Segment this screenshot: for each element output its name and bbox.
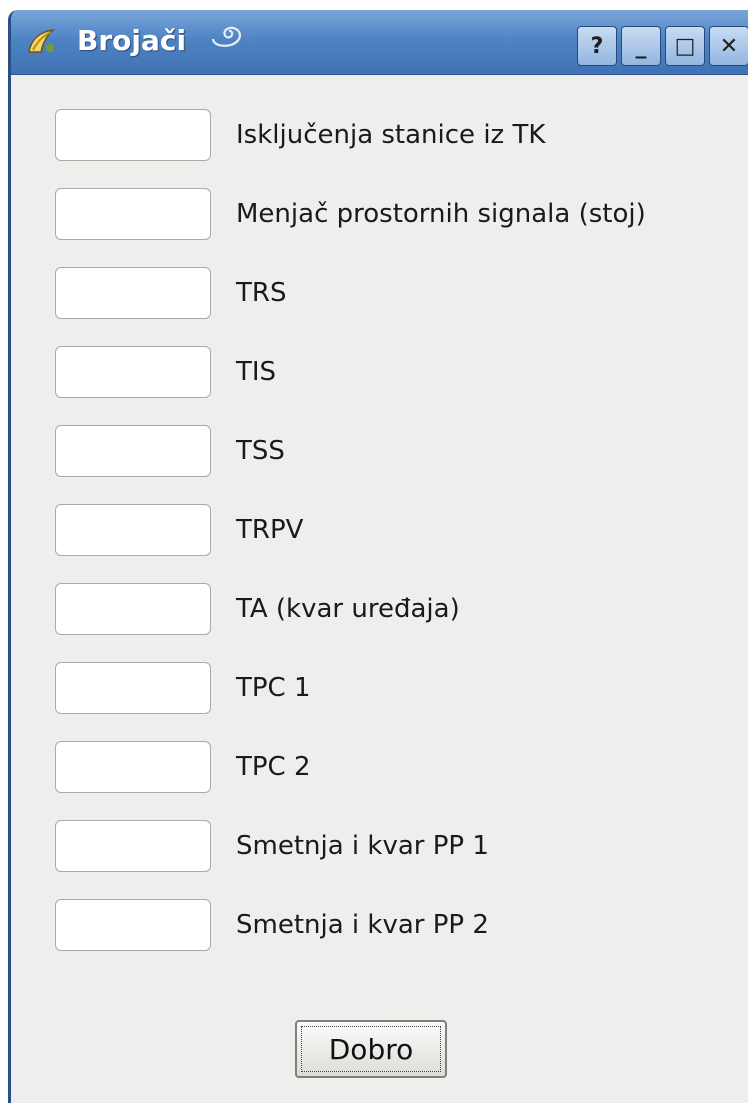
counter-input-11[interactable]: [55, 899, 211, 951]
counter-input-10[interactable]: [55, 820, 211, 872]
swirl-icon: [211, 26, 241, 47]
minimize-button[interactable]: _: [621, 26, 661, 66]
counter-input-6[interactable]: [55, 504, 211, 556]
counter-input-5[interactable]: [55, 425, 211, 477]
app-icon: [28, 28, 56, 53]
close-icon: ✕: [719, 33, 739, 59]
counter-input-4[interactable]: [55, 346, 211, 398]
counter-label-1: Isključenja stanice iz TK: [236, 120, 546, 150]
help-icon: ?: [590, 33, 604, 59]
help-button[interactable]: ?: [577, 26, 617, 66]
brojaci-dialog: Brojači ? _ □ ✕ Isključenja stanice iz T…: [8, 10, 748, 1103]
counter-label-8: TPC 1: [236, 673, 311, 703]
counter-input-1[interactable]: [55, 109, 211, 161]
counter-label-9: TPC 2: [236, 752, 311, 782]
counter-input-2[interactable]: [55, 188, 211, 240]
ok-button-label: Dobro: [301, 1026, 441, 1072]
window-title: Brojači: [77, 24, 187, 57]
counter-label-5: TSS: [236, 436, 285, 466]
counter-input-3[interactable]: [55, 267, 211, 319]
counter-label-2: Menjač prostornih signala (stoj): [236, 199, 646, 229]
counter-label-4: TIS: [236, 357, 277, 387]
maximize-button[interactable]: □: [665, 26, 705, 66]
counter-label-10: Smetnja i kvar PP 1: [236, 831, 489, 861]
counter-label-7: TA (kvar uređaja): [236, 594, 460, 624]
ok-button[interactable]: Dobro: [295, 1020, 447, 1078]
close-button[interactable]: ✕: [709, 26, 748, 66]
counter-input-9[interactable]: [55, 741, 211, 793]
counter-label-11: Smetnja i kvar PP 2: [236, 910, 489, 940]
maximize-icon: □: [674, 33, 696, 59]
counter-input-7[interactable]: [55, 583, 211, 635]
title-bar[interactable]: Brojači ? _ □ ✕: [11, 10, 748, 75]
counter-input-8[interactable]: [55, 662, 211, 714]
counter-label-6: TRPV: [236, 515, 304, 545]
counter-label-3: TRS: [236, 278, 287, 308]
minimize-icon: _: [635, 33, 647, 59]
